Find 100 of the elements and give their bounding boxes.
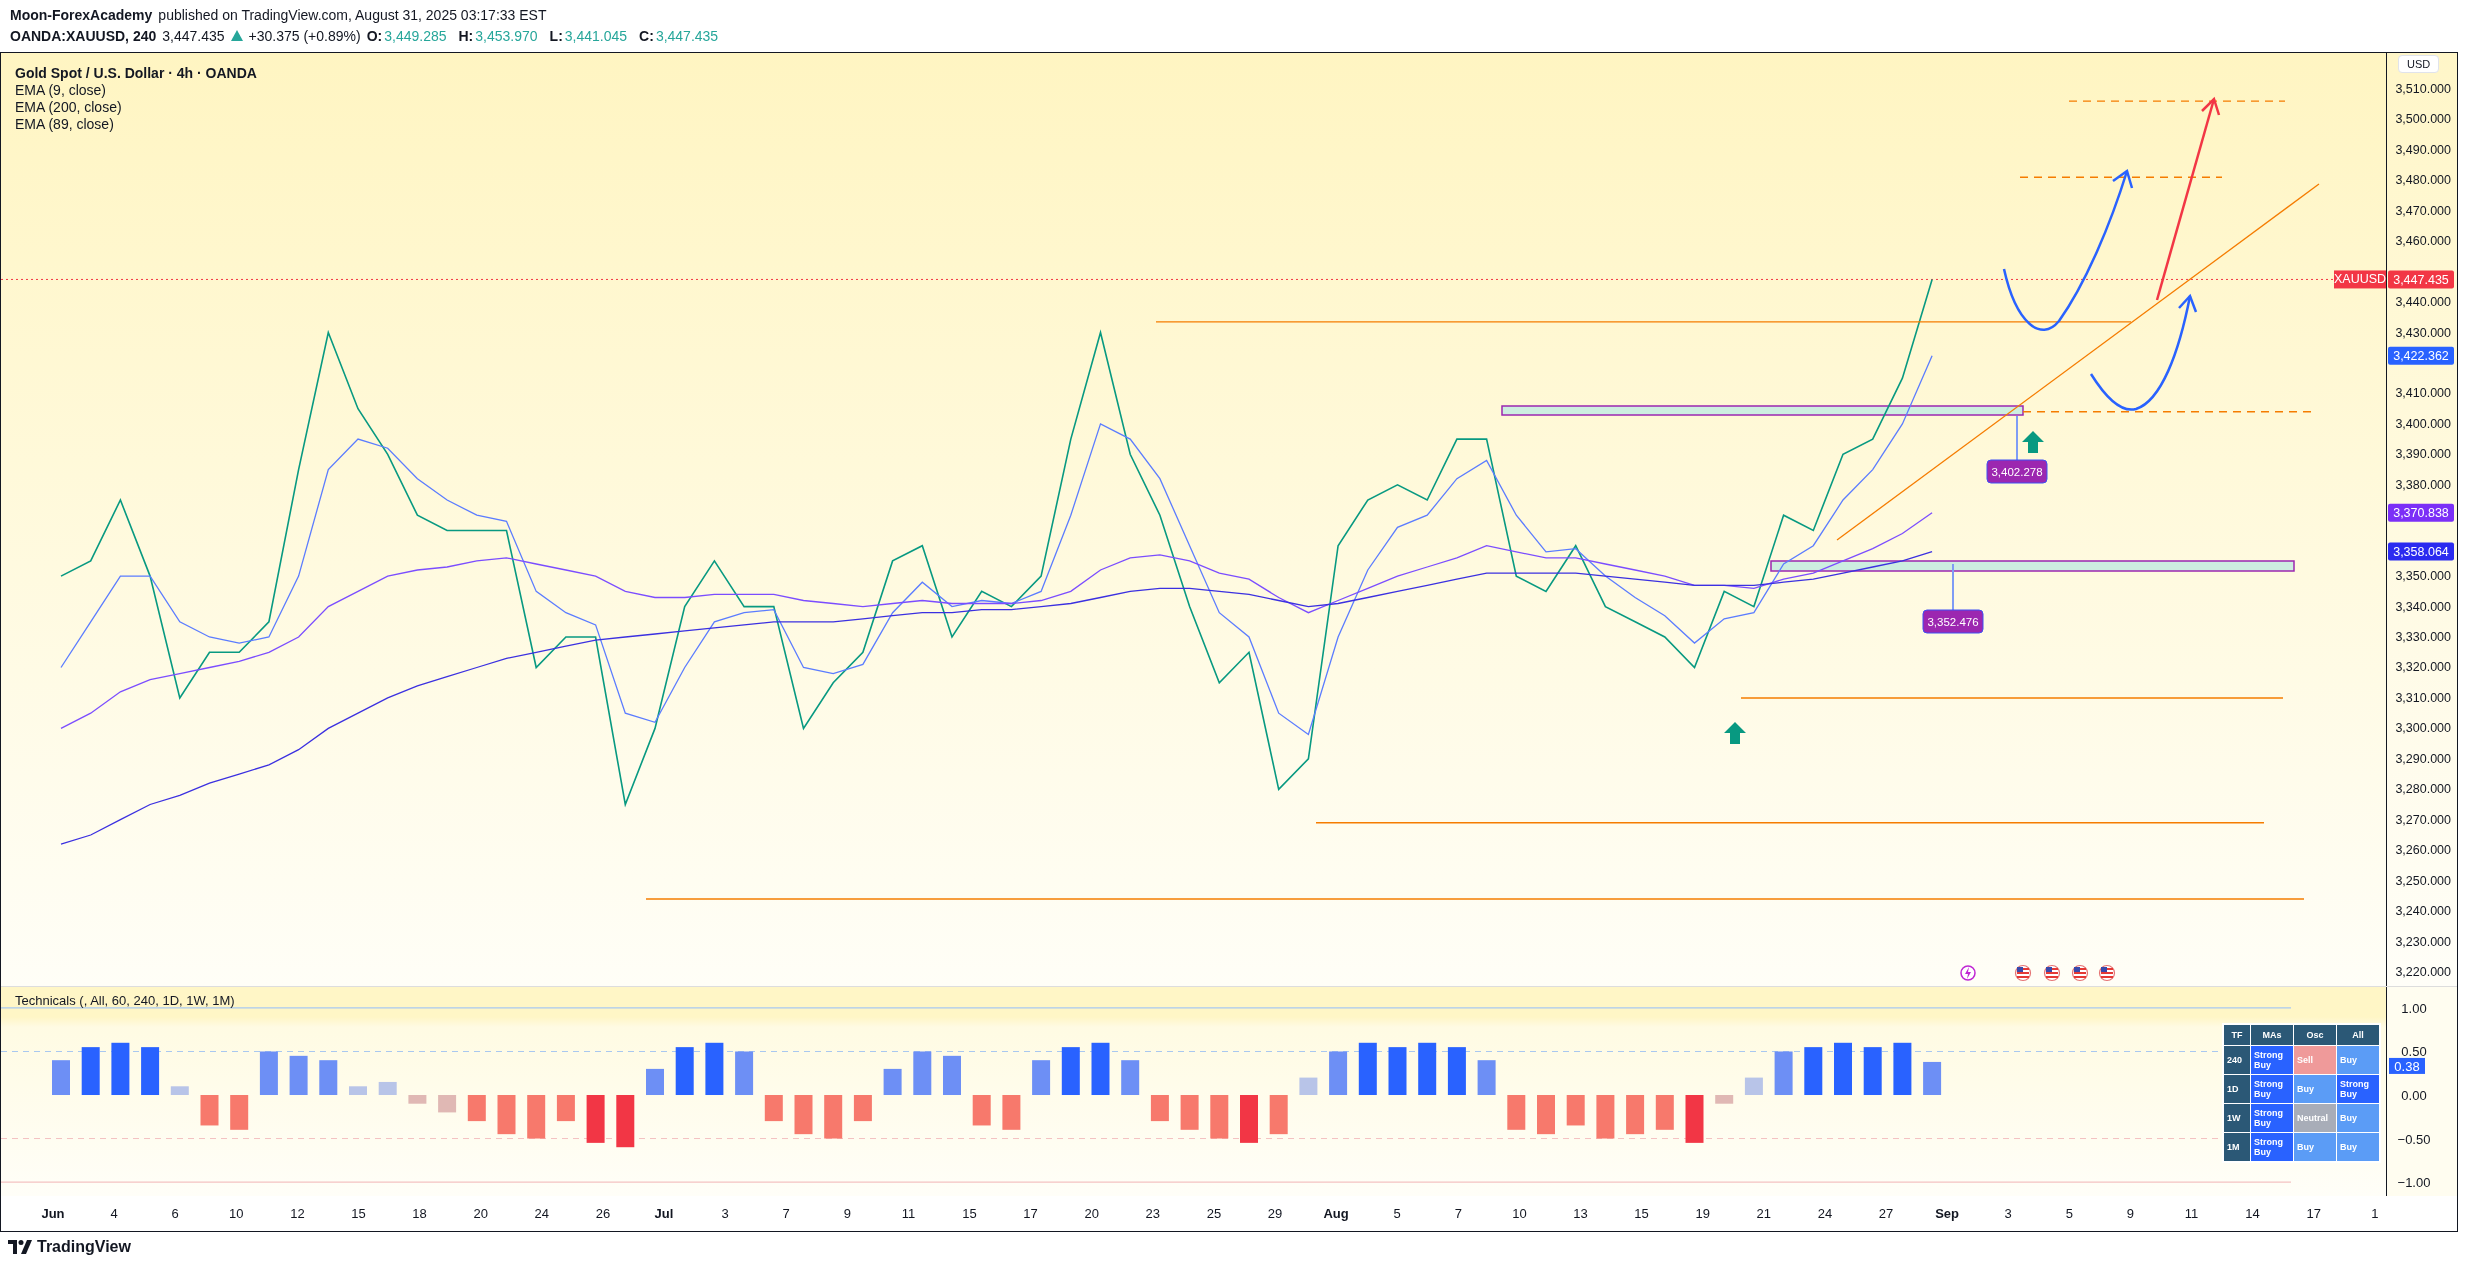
date-axis-label: 11 (2184, 1206, 2199, 1221)
oscillator-bar (111, 1042, 130, 1095)
symbol-label: OANDA:XAUUSD, 240 (10, 27, 157, 44)
oscillator-bar (1774, 1051, 1793, 1095)
oscillator-bar (408, 1095, 427, 1104)
ohlc-value: 3,447.435 (655, 27, 719, 44)
oscillator-bar (764, 1095, 783, 1122)
oscillator-bar (1715, 1095, 1734, 1104)
oscillator-bar (616, 1095, 635, 1148)
oscillator-axis-label: 1.00 (2401, 1000, 2427, 1016)
oscillator-bar (497, 1095, 516, 1135)
date-axis-label: 14 (2245, 1206, 2260, 1221)
oscillator-bar (1923, 1061, 1942, 1095)
price-axis-label: 3,490.000 (2395, 142, 2451, 157)
last-price: 3,447.435 (162, 27, 225, 44)
price-axis-label: 3,410.000 (2395, 386, 2451, 401)
oscillator-bar (1358, 1042, 1377, 1095)
oscillator-bar (1210, 1095, 1229, 1139)
price-axis-label: 3,240.000 (2395, 904, 2451, 919)
date-axis-label: 17 (2306, 1206, 2321, 1221)
date-axis-label: 5 (2065, 1206, 2073, 1221)
oscillator-bar (556, 1095, 575, 1122)
date-axis-label: 9 (2126, 1206, 2134, 1221)
date-axis-label: 20 (473, 1206, 488, 1221)
oscillator-bar (319, 1060, 338, 1095)
oscillator-bar (1180, 1095, 1199, 1130)
oscillator-bar (1150, 1095, 1169, 1122)
oscillator-bar (1626, 1095, 1645, 1135)
oscillator-bar (972, 1095, 991, 1126)
oscillator-bar (586, 1095, 605, 1143)
ohlc-value: 3,449.285 (384, 27, 447, 44)
date-axis-label: 9 (843, 1206, 851, 1221)
price-axis-label: 3,300.000 (2395, 721, 2451, 736)
price-axis-label: 3,270.000 (2395, 812, 2451, 827)
price-tag: 3,447.435 (2388, 270, 2454, 289)
oscillator-bar (1121, 1060, 1140, 1095)
price-change: +30.375 (+0.89%) (248, 27, 361, 44)
date-axis-label: 19 (1695, 1206, 1710, 1221)
price-axis-label: 3,230.000 (2395, 934, 2451, 949)
date-axis-label: 21 (1756, 1206, 1772, 1221)
price-axis-label: 3,400.000 (2395, 416, 2451, 431)
price-axis-label: 3,310.000 (2395, 690, 2451, 705)
oscillator-bar (1299, 1077, 1318, 1095)
date-axis-label: 15 (962, 1206, 977, 1221)
price-axis-label: 3,480.000 (2395, 173, 2451, 188)
price-axis-label: 3,330.000 (2395, 630, 2451, 645)
oscillator-axis-label: −1.00 (2397, 1175, 2431, 1191)
rating-cell: 240 (2223, 1045, 2251, 1075)
oscillator-bar (1685, 1095, 1704, 1143)
ohlc-value: 3,441.045 (564, 27, 628, 44)
oscillator-bar (705, 1042, 724, 1095)
oscillator-bar (824, 1095, 843, 1139)
oscillator-axis-label: 0.00 (2401, 1088, 2427, 1103)
oscillator-bar (378, 1081, 397, 1095)
oscillator-bar (1329, 1051, 1348, 1095)
table-header-cell: Osc (2293, 1024, 2337, 1046)
oscillator-bar (1537, 1095, 1555, 1135)
date-axis-label: 27 (1878, 1206, 1894, 1221)
up-arrow-icon (2022, 431, 2044, 453)
oscillator-bar (646, 1068, 664, 1095)
date-axis-label: 20 (1084, 1206, 1099, 1221)
oscillator-bar (1091, 1042, 1110, 1095)
oscillator-bar (943, 1055, 961, 1095)
currency-button[interactable]: USD (2398, 55, 2440, 73)
date-axis-label: 7 (1454, 1206, 1462, 1221)
date-axis-label: 29 (1267, 1206, 1283, 1221)
price-axis-label: 3,380.000 (2395, 477, 2451, 492)
ohlc-label: O: (366, 27, 383, 44)
date-axis-label: 4 (110, 1206, 118, 1221)
oscillator-bar (170, 1086, 189, 1095)
date-axis-label: 3 (2004, 1206, 2012, 1221)
oscillator-bar (794, 1095, 813, 1135)
oscillator-bar (81, 1047, 100, 1095)
indicator-label: EMA (89, close) (15, 116, 115, 133)
up-arrow-icon (1724, 722, 1746, 744)
rating-cell: 1M (2223, 1132, 2251, 1162)
table-header-cell: TF (2223, 1024, 2251, 1046)
oscillator-bar (1002, 1095, 1021, 1130)
oscillator-bar (1447, 1047, 1466, 1095)
date-axis-label: 5 (1393, 1206, 1401, 1221)
oscillator-bar (853, 1095, 872, 1122)
legend-title: Gold Spot / U.S. Dollar · 4h · OANDA (15, 65, 257, 82)
oscillator-bar (259, 1051, 278, 1095)
oscillator-bar (1032, 1060, 1051, 1095)
ohlc-label: H: (458, 27, 474, 44)
price-axis-label: 3,320.000 (2395, 660, 2451, 675)
price-axis-label: 3,340.000 (2395, 599, 2451, 614)
oscillator-bar (1269, 1095, 1288, 1135)
oscillator-bar (1388, 1047, 1407, 1095)
price-axis-label: 3,470.000 (2395, 203, 2451, 218)
oscillator-bar (1240, 1095, 1258, 1143)
brand-name: TradingView (37, 1238, 131, 1256)
oscillator-bar (438, 1095, 457, 1113)
flag-icon (2043, 964, 2061, 982)
oscillator-axis-label: −0.50 (2397, 1131, 2431, 1147)
price-axis-label: 3,290.000 (2395, 751, 2451, 766)
date-axis-label: 3 (721, 1206, 729, 1221)
oscillator-bar (1477, 1060, 1496, 1095)
price-axis-label: 3,500.000 (2395, 112, 2451, 127)
oscillator-bar (883, 1068, 902, 1095)
